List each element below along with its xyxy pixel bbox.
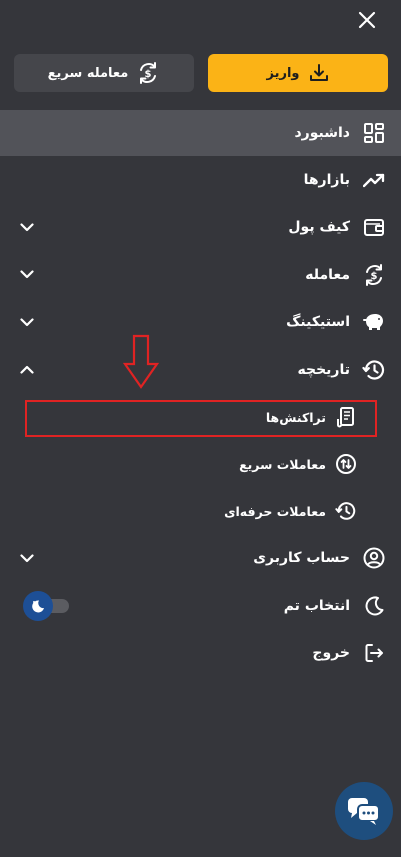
menu-label-theme: انتخاب تم [283,597,350,614]
svg-text:$: $ [145,69,152,80]
dashboard-icon [361,120,387,146]
user-circle-icon [361,545,387,571]
chat-icon [348,798,380,825]
menu-label-wallet: کیف پول [288,219,350,236]
annotation-arrow [122,334,160,389]
chevron-down-icon[interactable] [18,549,36,567]
exchange-dollar-icon: $ [140,62,157,84]
history-icon [361,357,387,383]
toggle-knob [23,590,53,621]
swap-circle-icon [335,453,357,475]
close-icon [358,11,376,29]
chevron-down-icon[interactable] [18,266,36,284]
sub-label-quick-trades: معاملات سریع [239,456,326,472]
exchange-dollar-icon: $ [361,262,387,288]
menu-label-account: حساب کاربری [253,550,350,567]
quick-trade-label: معامله سریع [47,65,129,81]
chevron-up-icon[interactable] [18,361,36,379]
menu-item-logout[interactable]: خروج [0,630,401,678]
menu-label-trade: معامله [305,266,350,283]
menu-item-trade[interactable]: $ معامله [0,251,401,299]
theme-toggle[interactable] [23,590,69,621]
menu-label-history: تاریخچه [297,361,351,378]
sub-label-pro-trades: معاملات حرفه‌ای [224,503,326,519]
quick-trade-button[interactable]: معامله سریع $ [14,54,194,92]
close-button[interactable] [355,8,379,32]
moon-icon [361,593,387,619]
side-menu: داشبورد بازارها کیف پول $ معامله استیکین… [0,110,401,677]
chevron-down-icon[interactable] [18,313,36,331]
menu-item-history[interactable]: تاریخچه [0,346,401,394]
menu-label-staking: استیکینگ [286,314,350,331]
logout-icon [361,640,387,666]
trending-up-icon [361,167,387,193]
download-icon [309,64,328,81]
menu-label-logout: خروج [312,645,350,662]
menu-item-account[interactable]: حساب کاربری [0,535,401,583]
menu-item-theme[interactable]: انتخاب تم [0,582,401,630]
chevron-down-icon[interactable] [18,218,36,236]
history-icon [335,500,357,522]
piggy-bank-icon [361,309,387,335]
wallet-icon [361,214,387,240]
menu-item-wallet[interactable]: کیف پول [0,204,401,252]
svg-text:$: $ [371,271,378,282]
menu-item-markets[interactable]: بازارها [0,156,401,204]
menu-label-dashboard: داشبورد [294,125,351,141]
sub-item-pro-trades[interactable]: معاملات حرفه‌ای [0,488,401,535]
annotation-highlight-box [25,400,377,437]
sub-item-quick-trades[interactable]: معاملات سریع [0,441,401,488]
chat-button[interactable] [335,782,393,840]
deposit-button[interactable]: واریز [208,54,388,92]
menu-item-dashboard[interactable]: داشبورد [0,110,401,156]
deposit-label: واریز [266,65,300,81]
menu-item-staking[interactable]: استیکینگ [0,299,401,347]
menu-label-markets: بازارها [303,171,350,188]
moon-star-icon [32,600,44,613]
